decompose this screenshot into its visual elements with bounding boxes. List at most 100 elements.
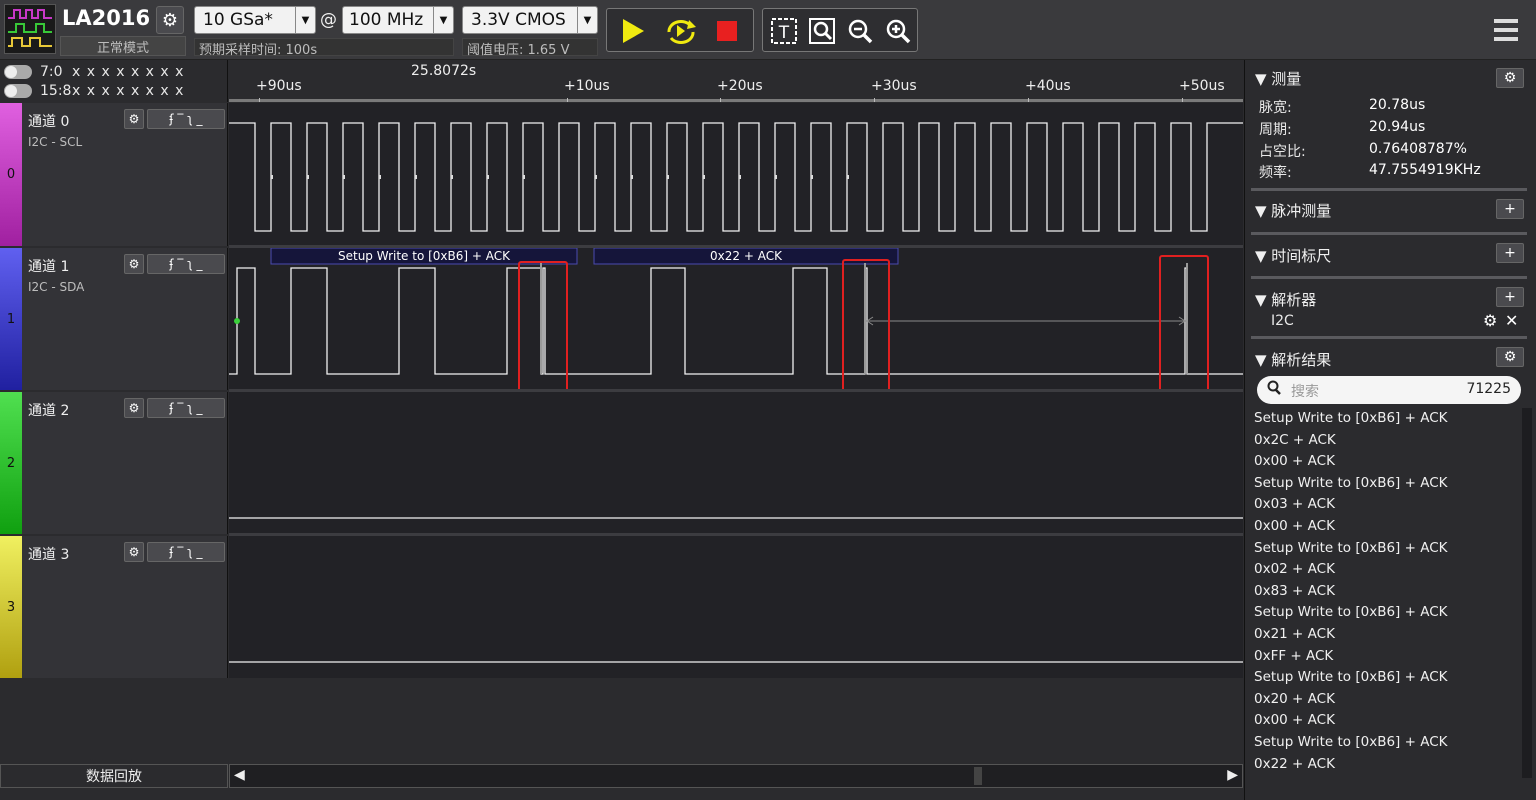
voltage-value: 3.3V CMOS [471, 10, 566, 30]
mask-low-label: 7:0 [40, 64, 63, 80]
waveform-channel-0[interactable] [229, 103, 1243, 248]
channel-name[interactable]: 通道 0 [28, 111, 69, 131]
zoom-out-icon[interactable] [845, 16, 875, 46]
scl-sample-markers [271, 175, 849, 179]
result-item[interactable]: 0x02 + ACK [1251, 559, 1523, 581]
zoom-in-icon[interactable] [883, 16, 913, 46]
section-divider [1251, 276, 1527, 279]
results-settings-button[interactable]: ⚙ [1496, 347, 1524, 367]
measure-section-title[interactable]: ▼ 测量 [1255, 68, 1301, 89]
result-item[interactable]: Setup Write to [0xB6] + ACK [1251, 473, 1523, 495]
voltage-dropdown[interactable]: 3.3V CMOS ▼ [462, 6, 598, 34]
stop-icon[interactable] [713, 17, 741, 45]
measure-label: 占空比: [1259, 144, 1306, 160]
zoom-fit-icon[interactable] [807, 16, 837, 46]
sample-rate-dropdown[interactable]: 10 GSa* ▼ [194, 6, 316, 34]
result-item[interactable]: 0x20 + ACK [1251, 689, 1523, 711]
result-item[interactable]: 0x2C + ACK [1251, 430, 1523, 452]
svg-text:T: T [778, 23, 790, 43]
trigger-edge-buttons[interactable]: ʄ ‾ ʅ _ [147, 398, 225, 418]
add-ruler-button[interactable]: + [1496, 243, 1524, 263]
add-decoder-button[interactable]: + [1496, 287, 1524, 307]
result-item[interactable]: Setup Write to [0xB6] + ACK [1251, 732, 1523, 754]
depth-dropdown[interactable]: 100 MHz ▼ [342, 6, 454, 34]
text-tool-icon[interactable]: T [769, 16, 799, 46]
decoder-section-title[interactable]: ▼ 解析器 [1255, 289, 1316, 310]
channel-settings-button[interactable]: ⚙ [124, 109, 144, 129]
channel-name[interactable]: 通道 2 [28, 400, 69, 420]
decode-label: Setup Write to [0xB6] + ACK [338, 249, 510, 263]
mask-high-bits[interactable]: x x x x x x x x [72, 83, 184, 99]
results-search-field[interactable]: 搜索 71225 [1257, 376, 1521, 404]
menu-icon[interactable] [1488, 14, 1524, 46]
results-section-title[interactable]: ▼ 解析结果 [1255, 349, 1331, 370]
data-replay-button[interactable]: 数据回放 [0, 764, 228, 788]
result-item[interactable]: 0x21 + ACK [1251, 624, 1523, 646]
repeat-run-icon[interactable] [663, 15, 699, 47]
highlight-box [1159, 255, 1209, 389]
result-item[interactable]: 0x00 + ACK [1251, 516, 1523, 538]
result-count: 71225 [1466, 381, 1511, 397]
chevron-down-icon: ▼ [295, 7, 315, 33]
decoder-settings-icon[interactable]: ⚙ [1483, 311, 1497, 330]
mask-high-toggle[interactable] [4, 84, 32, 98]
device-settings-button[interactable]: ⚙ [156, 6, 184, 34]
result-item[interactable]: 0xFF + ACK [1251, 646, 1523, 668]
ruler-tick-label: +20us [717, 78, 763, 94]
channel-settings-button[interactable]: ⚙ [124, 254, 144, 274]
result-item[interactable]: Setup Write to [0xB6] + ACK [1251, 667, 1523, 689]
results-scrollbar[interactable] [1522, 408, 1532, 778]
results-list[interactable]: Setup Write to [0xB6] + ACK 0x2C + ACK 0… [1251, 408, 1523, 778]
play-icon[interactable] [617, 15, 649, 47]
run-controls [606, 8, 754, 52]
measure-value: 47.7554919KHz [1369, 162, 1481, 178]
result-item[interactable]: Setup Write to [0xB6] + ACK [1251, 602, 1523, 624]
decoder-close-icon[interactable]: ✕ [1505, 311, 1518, 330]
channel-subtitle: I2C - SDA [28, 280, 85, 294]
trigger-edge-buttons[interactable]: ʄ ‾ ʅ _ [147, 542, 225, 562]
mask-low-toggle[interactable] [4, 65, 32, 79]
channel-settings-button[interactable]: ⚙ [124, 542, 144, 562]
result-item[interactable]: 0x03 + ACK [1251, 494, 1523, 516]
channel-settings-button[interactable]: ⚙ [124, 398, 144, 418]
mask-row-low: 7:0 x x x x x x x x [4, 62, 184, 82]
ruler-section-title[interactable]: ▼ 时间标尺 [1255, 245, 1331, 266]
add-pulse-button[interactable]: + [1496, 199, 1524, 219]
result-item[interactable]: Setup Write to [0xB6] + ACK [1251, 408, 1523, 430]
trigger-edge-buttons[interactable]: ʄ ‾ ʅ _ [147, 109, 225, 129]
channel-buttons: ⚙ ʄ ‾ ʅ _ [124, 542, 225, 562]
scroll-right-icon[interactable]: ▶ [1227, 767, 1238, 783]
ruler-tick-label: +30us [871, 78, 917, 94]
channel-name[interactable]: 通道 1 [28, 256, 69, 276]
scroll-thumb[interactable] [974, 767, 982, 785]
mask-low-bits[interactable]: x x x x x x x x [72, 64, 184, 80]
chevron-down-icon: ▼ [577, 7, 597, 33]
channel-color-strip: 3 [0, 536, 22, 678]
channel-label-2[interactable]: 2 通道 2 ⚙ ʄ ‾ ʅ _ [0, 392, 228, 534]
channel-label-0[interactable]: 0 通道 0 I2C - SCL ⚙ ʄ ‾ ʅ _ [0, 103, 228, 246]
result-item[interactable]: 0x00 + ACK [1251, 451, 1523, 473]
ruler-center-time: 25.8072s [411, 63, 477, 79]
channel-name[interactable]: 通道 3 [28, 544, 69, 564]
decoder-item[interactable]: I2C [1271, 313, 1294, 329]
result-item[interactable]: 0x83 + ACK [1251, 581, 1523, 603]
scl-waveform [229, 122, 1243, 232]
result-item[interactable]: 0x22 + ACK [1251, 754, 1523, 776]
measure-settings-button[interactable]: ⚙ [1496, 68, 1524, 88]
channel-label-3[interactable]: 3 通道 3 ⚙ ʄ ‾ ʅ _ [0, 536, 228, 678]
pulse-section-title[interactable]: ▼ 脉冲测量 [1255, 200, 1331, 221]
trigger-edge-buttons[interactable]: ʄ ‾ ʅ _ [147, 254, 225, 274]
channel-color-strip: 1 [0, 248, 22, 390]
scroll-left-icon[interactable]: ◀ [234, 767, 245, 783]
waveform-channel-2[interactable] [229, 392, 1243, 536]
time-ruler[interactable]: 25.8072s +90us +10us +20us +30us +40us +… [229, 60, 1243, 102]
channel-buttons: ⚙ ʄ ‾ ʅ _ [124, 398, 225, 418]
result-item[interactable]: 0x00 + ACK [1251, 710, 1523, 732]
horizontal-scrollbar[interactable]: ◀ ▶ [229, 764, 1243, 788]
waveform-channel-1[interactable]: Setup Write to [0xB6] + ACK 0x22 + ACK [229, 248, 1243, 392]
channel-label-1[interactable]: 1 通道 1 I2C - SDA ⚙ ʄ ‾ ʅ _ [0, 248, 228, 390]
measure-label: 频率: [1259, 165, 1292, 181]
waveform-channel-3[interactable] [229, 536, 1243, 678]
ruler-tick-mark [720, 98, 721, 102]
result-item[interactable]: Setup Write to [0xB6] + ACK [1251, 538, 1523, 560]
